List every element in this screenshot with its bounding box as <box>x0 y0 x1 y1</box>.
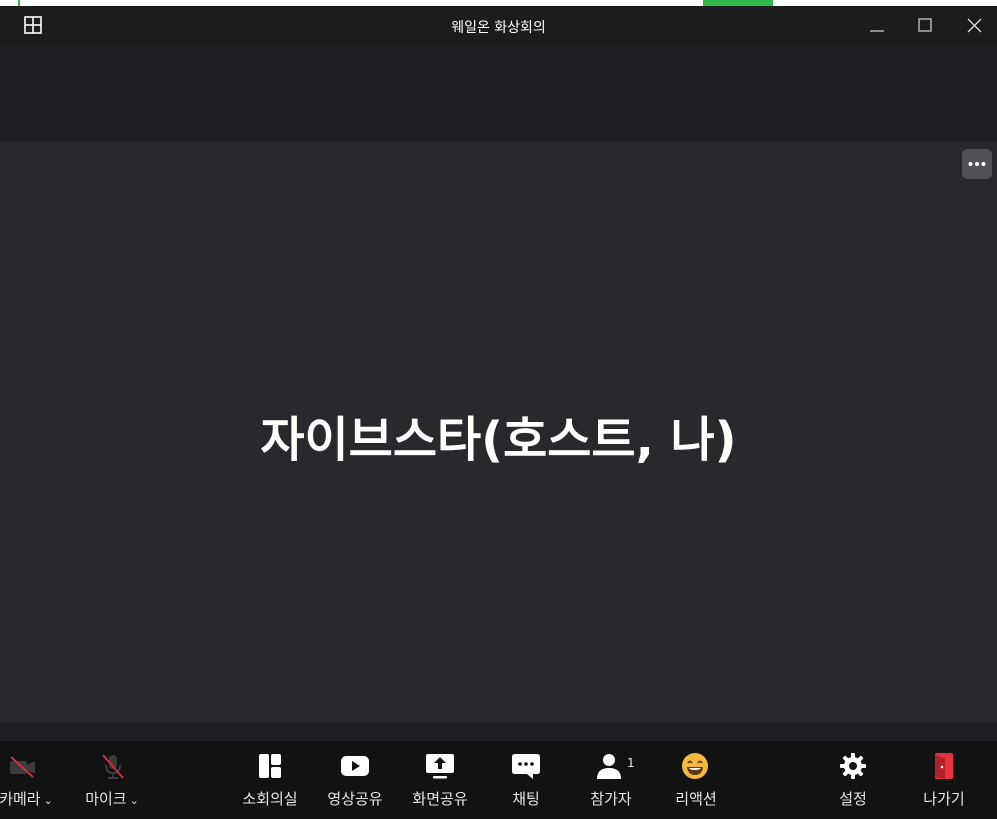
camera-button[interactable]: 카메라 ⌄ <box>0 741 64 819</box>
meeting-toolbar: 카메라 ⌄ 마이크 ⌄ 소회의실 영상공유 화면공유 채팅 1 참가자 리액션 … <box>0 741 997 819</box>
participants-label: 참가자 <box>590 790 632 808</box>
camera-off-icon <box>10 756 35 778</box>
chat-bubble-icon <box>512 754 540 779</box>
video-tile: 자이브스타(호스트, 나) <box>0 142 997 722</box>
video-share-label: 영상공유 <box>327 790 383 808</box>
minimize-icon[interactable] <box>868 16 888 36</box>
screen-share-label: 화면공유 <box>412 790 468 808</box>
gallery-top-band <box>0 45 997 142</box>
mic-button[interactable]: 마이크 ⌄ <box>76 741 148 819</box>
settings-label: 설정 <box>839 790 867 808</box>
screen-share-button[interactable]: 화면공유 <box>403 741 477 819</box>
reaction-button[interactable]: 리액션 <box>659 741 733 819</box>
participants-button[interactable]: 1 참가자 <box>574 741 648 819</box>
chat-label: 채팅 <box>512 790 540 808</box>
play-video-icon <box>341 756 369 776</box>
settings-button[interactable]: 설정 <box>816 741 890 819</box>
mic-off-icon <box>102 754 124 779</box>
camera-label: 카메라 <box>0 790 41 808</box>
laughing-emoji-icon <box>682 753 708 779</box>
more-options-button[interactable] <box>962 149 992 179</box>
chevron-down-icon[interactable]: ⌄ <box>130 794 139 807</box>
mic-label: 마이크 <box>85 790 127 808</box>
person-icon <box>597 754 621 779</box>
participant-name: 자이브스타(호스트, 나) <box>260 412 737 468</box>
leave-label: 나가기 <box>923 790 965 808</box>
title-bar: 웨일온 화상회의 <box>0 6 997 45</box>
leave-button[interactable]: 나가기 <box>907 741 981 819</box>
breakout-rooms-label: 소회의실 <box>242 790 298 808</box>
video-share-button[interactable]: 영상공유 <box>318 741 392 819</box>
breakout-rooms-icon <box>259 754 281 778</box>
exit-door-icon <box>935 753 953 779</box>
close-icon[interactable] <box>965 16 985 36</box>
reaction-label: 리액션 <box>675 790 717 808</box>
window-title: 웨일온 화상회의 <box>451 20 546 36</box>
chevron-down-icon[interactable]: ⌄ <box>44 794 53 807</box>
gallery-bottom-band <box>0 722 997 741</box>
chat-button[interactable]: 채팅 <box>489 741 563 819</box>
gear-icon <box>840 753 866 779</box>
more-dots-icon <box>968 162 986 166</box>
screen-share-icon <box>426 754 454 779</box>
maximize-icon[interactable] <box>916 16 936 36</box>
breakout-rooms-button[interactable]: 소회의실 <box>233 741 307 819</box>
participants-count-badge: 1 <box>627 756 635 770</box>
